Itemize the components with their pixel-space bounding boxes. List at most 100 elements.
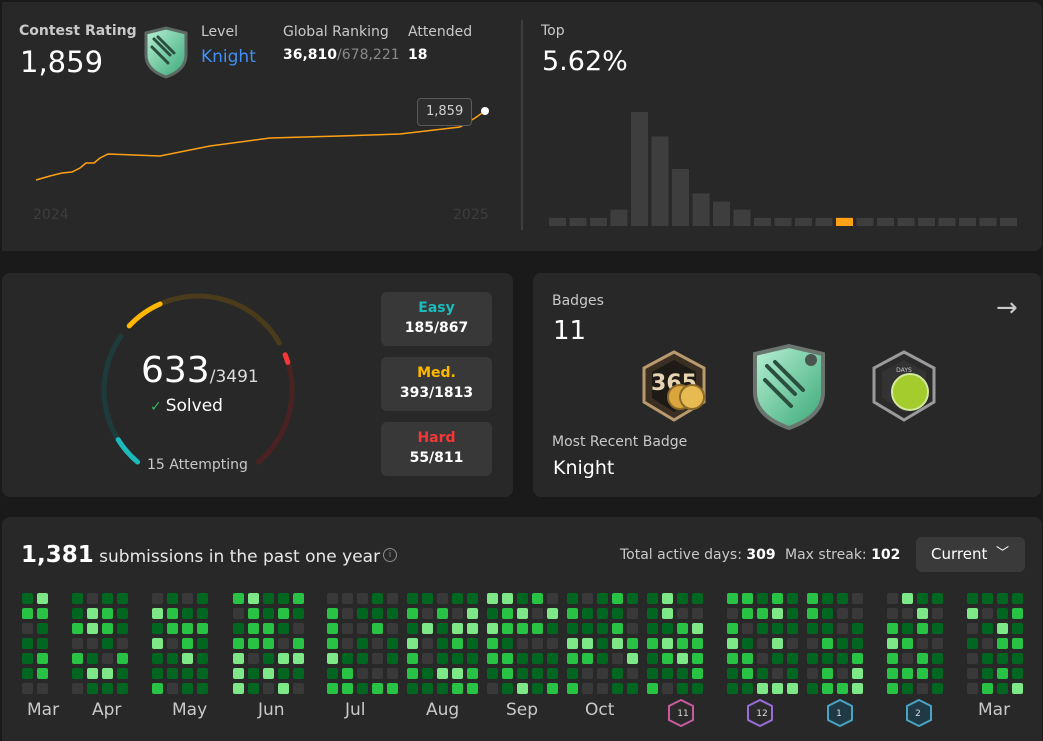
heatmap-cell[interactable] <box>787 683 798 694</box>
heatmap-cell[interactable] <box>692 683 703 694</box>
heatmap-cell[interactable] <box>662 653 673 664</box>
heatmap-cell[interactable] <box>263 668 274 679</box>
heatmap-cell[interactable] <box>917 638 928 649</box>
heatmap-cell[interactable] <box>627 593 638 604</box>
heatmap-cell[interactable] <box>982 653 993 664</box>
heatmap-cell[interactable] <box>248 593 259 604</box>
heatmap-cell[interactable] <box>647 593 658 604</box>
heatmap-cell[interactable] <box>582 668 593 679</box>
heatmap-cell[interactable] <box>612 638 623 649</box>
heatmap-cell[interactable] <box>452 638 463 649</box>
heatmap-cell[interactable] <box>852 638 863 649</box>
heatmap-cell[interactable] <box>627 623 638 634</box>
heatmap-cell[interactable] <box>902 608 913 619</box>
heatmap-cell[interactable] <box>197 683 208 694</box>
histogram-bar[interactable] <box>836 217 853 226</box>
heatmap-cell[interactable] <box>263 608 274 619</box>
heatmap-cell[interactable] <box>887 668 898 679</box>
heatmap-cell[interactable] <box>387 638 398 649</box>
rating-distribution-histogram[interactable] <box>540 100 1030 228</box>
heatmap-cell[interactable] <box>327 683 338 694</box>
heatmap-cell[interactable] <box>1012 683 1023 694</box>
heatmap-cell[interactable] <box>182 593 193 604</box>
heatmap-cell[interactable] <box>152 653 163 664</box>
heatmap-cell[interactable] <box>72 638 83 649</box>
heatmap-cell[interactable] <box>902 668 913 679</box>
heatmap-cell[interactable] <box>982 668 993 679</box>
heatmap-cell[interactable] <box>102 593 113 604</box>
heatmap-cell[interactable] <box>327 593 338 604</box>
heatmap-cell[interactable] <box>742 608 753 619</box>
heatmap-cell[interactable] <box>22 668 33 679</box>
heatmap-cell[interactable] <box>787 638 798 649</box>
heatmap-cell[interactable] <box>982 593 993 604</box>
heatmap-cell[interactable] <box>182 668 193 679</box>
heatmap-cell[interactable] <box>807 668 818 679</box>
heatmap-cell[interactable] <box>342 623 353 634</box>
days-badge-icon[interactable]: DAYS <box>870 350 938 422</box>
heatmap-cell[interactable] <box>387 623 398 634</box>
heatmap-cell[interactable] <box>502 608 513 619</box>
heatmap-cell[interactable] <box>772 653 783 664</box>
histogram-bar[interactable] <box>795 217 812 226</box>
heatmap-cell[interactable] <box>662 668 673 679</box>
heatmap-cell[interactable] <box>342 638 353 649</box>
heatmap-cell[interactable] <box>582 608 593 619</box>
heatmap-cell[interactable] <box>677 653 688 664</box>
heatmap-cell[interactable] <box>887 653 898 664</box>
heatmap-cell[interactable] <box>742 623 753 634</box>
heatmap-cell[interactable] <box>327 638 338 649</box>
heatmap-cell[interactable] <box>997 623 1008 634</box>
heatmap-cell[interactable] <box>87 668 98 679</box>
heatmap-cell[interactable] <box>102 623 113 634</box>
submission-calendar-heatmap[interactable] <box>0 588 1043 698</box>
heatmap-cell[interactable] <box>467 683 478 694</box>
heatmap-cell[interactable] <box>407 653 418 664</box>
histogram-bar[interactable] <box>979 217 997 226</box>
heatmap-cell[interactable] <box>233 668 244 679</box>
heatmap-cell[interactable] <box>837 653 848 664</box>
heatmap-cell[interactable] <box>502 593 513 604</box>
heatmap-cell[interactable] <box>452 623 463 634</box>
heatmap-cell[interactable] <box>467 668 478 679</box>
heatmap-cell[interactable] <box>757 608 768 619</box>
histogram-bar[interactable] <box>897 217 915 226</box>
heatmap-cell[interactable] <box>372 608 383 619</box>
heatmap-cell[interactable] <box>837 623 848 634</box>
easy-stat[interactable]: Easy 185/867 <box>381 292 492 346</box>
heatmap-cell[interactable] <box>647 623 658 634</box>
heatmap-cell[interactable] <box>278 593 289 604</box>
heatmap-cell[interactable] <box>467 623 478 634</box>
heatmap-cell[interactable] <box>887 683 898 694</box>
heatmap-cell[interactable] <box>787 593 798 604</box>
heatmap-cell[interactable] <box>517 653 528 664</box>
heatmap-cell[interactable] <box>742 683 753 694</box>
heatmap-cell[interactable] <box>357 683 368 694</box>
heatmap-cell[interactable] <box>72 593 83 604</box>
heatmap-cell[interactable] <box>422 623 433 634</box>
heatmap-cell[interactable] <box>87 683 98 694</box>
heatmap-cell[interactable] <box>887 593 898 604</box>
heatmap-cell[interactable] <box>917 623 928 634</box>
heatmap-cell[interactable] <box>167 653 178 664</box>
heatmap-cell[interactable] <box>677 668 688 679</box>
heatmap-cell[interactable] <box>997 653 1008 664</box>
heatmap-cell[interactable] <box>372 638 383 649</box>
heatmap-cell[interactable] <box>677 623 688 634</box>
heatmap-cell[interactable] <box>547 608 558 619</box>
heatmap-cell[interactable] <box>182 623 193 634</box>
heatmap-cell[interactable] <box>248 608 259 619</box>
heatmap-cell[interactable] <box>547 668 558 679</box>
heatmap-cell[interactable] <box>437 683 448 694</box>
heatmap-cell[interactable] <box>357 638 368 649</box>
heatmap-cell[interactable] <box>532 668 543 679</box>
heatmap-cell[interactable] <box>72 668 83 679</box>
heatmap-cell[interactable] <box>117 623 128 634</box>
heatmap-cell[interactable] <box>357 623 368 634</box>
heatmap-cell[interactable] <box>293 668 304 679</box>
heatmap-cell[interactable] <box>117 668 128 679</box>
histogram-bar[interactable] <box>590 217 607 226</box>
info-icon[interactable]: i <box>383 548 397 562</box>
heatmap-cell[interactable] <box>102 668 113 679</box>
heatmap-cell[interactable] <box>902 623 913 634</box>
